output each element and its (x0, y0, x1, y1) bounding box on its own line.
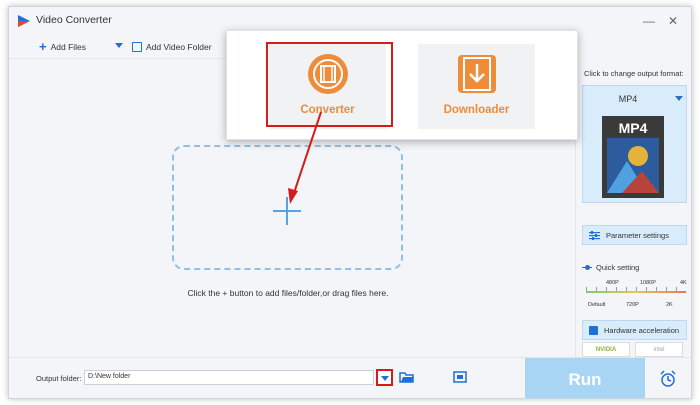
nvidia-label: NVIDIA (595, 346, 617, 353)
quality-slider[interactable] (586, 291, 686, 293)
quick-setting-label: Quick setting (582, 263, 639, 272)
checkbox-icon (589, 325, 598, 335)
intel-badge: intel (635, 342, 683, 357)
minimize-button[interactable]: — (639, 11, 659, 31)
app-window: Video Converter — ✕ + Add Files Add Vide… (8, 6, 692, 399)
add-plus-icon-vertical[interactable] (286, 197, 288, 225)
add-files-button[interactable]: + Add Files (39, 40, 86, 54)
quality-default: Default (588, 302, 606, 308)
quality-4k: 4K (680, 280, 687, 286)
close-button[interactable]: ✕ (663, 11, 683, 31)
parameter-settings-button[interactable]: Parameter settings (582, 225, 687, 245)
quality-720p: 720P (626, 302, 639, 308)
open-folder-icon[interactable] (399, 370, 415, 384)
mp4-icon-text: MP4 (619, 120, 648, 136)
export-icon[interactable] (453, 370, 467, 384)
add-video-folder-label: Add Video Folder (146, 42, 212, 52)
output-format-name: MP4 (618, 94, 638, 104)
window-title: Video Converter (36, 14, 112, 26)
hardware-acceleration-toggle[interactable]: Hardware acceleration (582, 320, 687, 340)
drop-zone[interactable] (172, 145, 403, 270)
folder-icon (132, 42, 142, 52)
download-icon (458, 55, 496, 93)
intel-label: intel (653, 346, 665, 353)
parameter-settings-label: Parameter settings (606, 230, 669, 240)
add-files-label: Add Files (50, 42, 87, 52)
output-panel: Click to change output format: MP4 MP4 P… (575, 59, 691, 357)
nvidia-badge: NVIDIA (582, 342, 630, 357)
quick-setting-text: Quick setting (596, 263, 640, 272)
quality-2k: 2K (666, 302, 673, 308)
drop-hint-text: Click the + button to add files/folder,o… (187, 288, 389, 298)
output-format-selector[interactable]: MP4 MP4 (582, 85, 687, 203)
app-logo-icon (18, 15, 30, 27)
output-folder-label: Output folder: (36, 374, 82, 383)
bottom-bar: Output folder: D:\New folder Run (9, 357, 691, 398)
quality-1080p: 1080P (640, 280, 656, 286)
output-format-label: Click to change output format: (584, 69, 684, 78)
output-folder-field[interactable]: D:\New folder (84, 370, 374, 385)
sliders-icon (589, 230, 600, 240)
add-files-dropdown-icon[interactable] (115, 43, 123, 48)
chevron-down-icon (675, 96, 683, 101)
add-video-folder-button[interactable]: Add Video Folder (132, 40, 212, 54)
quick-setting-icon (582, 265, 592, 269)
converter-highlight-box (266, 42, 393, 127)
mode-selector-popup: Converter Downloader (226, 30, 578, 140)
run-button[interactable]: Run (525, 358, 645, 398)
alarm-clock-icon[interactable] (659, 370, 677, 388)
plus-icon: + (39, 39, 47, 54)
quality-480p: 480P (606, 280, 619, 286)
output-folder-dropdown-button[interactable] (376, 369, 393, 386)
mp4-format-icon: MP4 (602, 116, 664, 198)
downloader-label: Downloader (443, 104, 510, 116)
hardware-acceleration-label: Hardware acceleration (604, 325, 680, 335)
downloader-mode-card[interactable]: Downloader (418, 44, 535, 129)
